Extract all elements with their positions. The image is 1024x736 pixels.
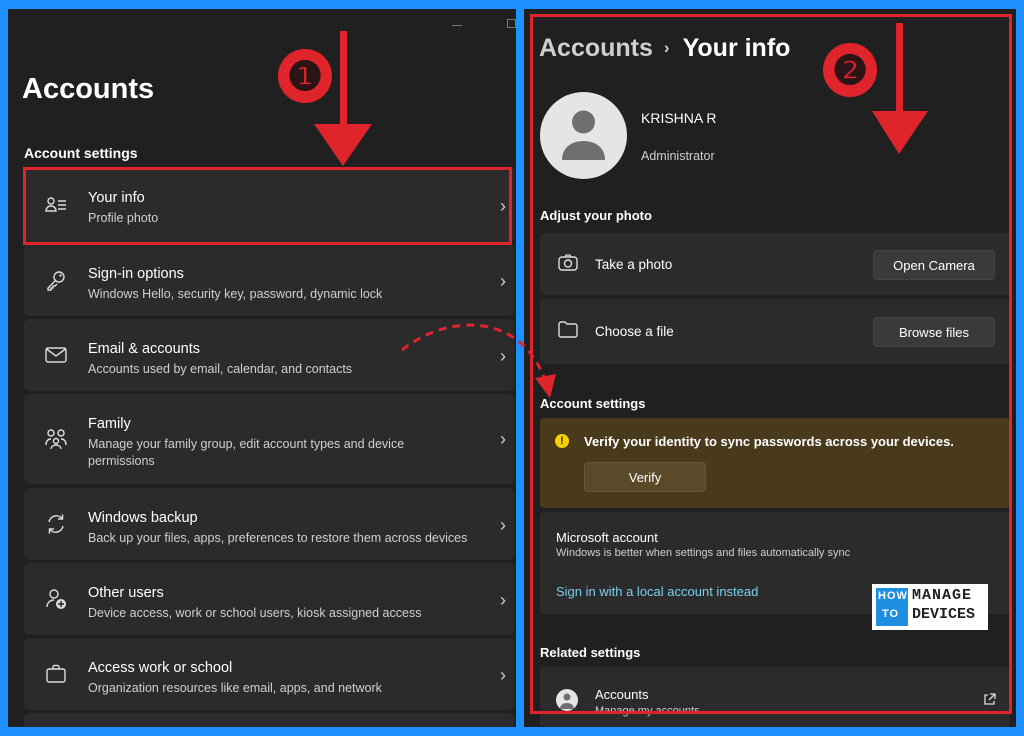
curved-dashed-arrow-annotation: [401, 323, 556, 398]
nav-item-access-work-school[interactable]: Access work or school Organization resou…: [24, 638, 514, 710]
how-to-manage-devices-logo: HOW TO MANAGE DEVICES: [872, 584, 988, 630]
breadcrumb: Accounts › Your info: [539, 34, 790, 63]
ms-account-title: Microsoft account: [556, 530, 658, 545]
accounts-link-title: Accounts: [595, 687, 649, 702]
user-name: KRISHNA R: [641, 110, 717, 126]
breadcrumb-current: Your info: [682, 34, 791, 62]
take-photo-label: Take a photo: [595, 257, 673, 272]
nav-item-subtitle: Back up your files, apps, preferences to…: [88, 531, 468, 545]
family-icon: [44, 427, 68, 451]
down-arrow-annotation: [314, 31, 372, 166]
logo-text-how: HOW: [878, 590, 908, 602]
browse-files-button[interactable]: Browse files: [873, 317, 995, 347]
warning-icon: !: [555, 434, 569, 448]
maximize-button[interactable]: [507, 19, 516, 28]
external-link-icon: [983, 693, 996, 711]
nav-item-sign-in-options[interactable]: Sign-in options Windows Hello, security …: [24, 244, 514, 316]
key-icon: [44, 268, 68, 292]
choose-file-label: Choose a file: [595, 324, 674, 339]
nav-item-title: Family: [88, 416, 131, 432]
accounts-link-subtitle: Manage my accounts: [595, 705, 700, 717]
nav-item-your-info[interactable]: Your info Profile photo ›: [24, 167, 514, 242]
minimize-button[interactable]: [452, 25, 462, 26]
local-account-link[interactable]: Sign in with a local account instead: [556, 584, 758, 599]
person-add-icon: [44, 587, 68, 611]
window-controls: [446, 15, 516, 35]
choose-file-row: Choose a file Browse files: [540, 299, 1010, 364]
page-title: Accounts: [22, 73, 155, 105]
nav-item-partial[interactable]: [24, 713, 514, 727]
open-camera-button[interactable]: Open Camera: [873, 250, 995, 280]
verify-message: Verify your identity to sync passwords a…: [584, 434, 954, 449]
chevron-right-icon: ›: [500, 271, 506, 291]
logo-text-manage: MANAGE: [912, 587, 973, 604]
chevron-right-icon: ›: [500, 429, 506, 449]
camera-icon: [558, 254, 578, 277]
mail-icon: [44, 343, 68, 367]
related-settings-header: Related settings: [540, 645, 641, 660]
nav-item-title: Sign-in options: [88, 266, 184, 282]
person-silhouette-icon: [562, 110, 605, 160]
breadcrumb-parent[interactable]: Accounts: [539, 34, 653, 62]
nav-item-title: Access work or school: [88, 660, 233, 676]
nav-item-other-users[interactable]: Other users Device access, work or schoo…: [24, 563, 514, 635]
nav-item-title: Windows backup: [88, 510, 198, 526]
chevron-right-icon: ›: [500, 515, 506, 535]
sync-icon: [44, 512, 68, 536]
person-icon: [556, 689, 578, 711]
nav-item-subtitle: Windows Hello, security key, password, d…: [88, 287, 383, 301]
user-role: Administrator: [641, 149, 715, 163]
verify-identity-notice: ! Verify your identity to sync passwords…: [540, 418, 1010, 508]
nav-item-title: Your info: [88, 190, 145, 206]
nav-item-subtitle: Manage your family group, edit account t…: [88, 437, 405, 468]
nav-item-windows-backup[interactable]: Windows backup Back up your files, apps,…: [24, 488, 514, 560]
nav-item-subtitle: Device access, work or school users, kio…: [88, 606, 422, 620]
adjust-photo-header: Adjust your photo: [540, 208, 652, 223]
nav-item-subtitle: Profile photo: [88, 211, 159, 225]
avatar: [540, 92, 627, 179]
accounts-link-row[interactable]: Accounts Manage my accounts: [540, 667, 1010, 727]
logo-text-devices: DEVICES: [912, 606, 976, 623]
down-arrow-annotation-2: [872, 23, 928, 154]
ms-account-subtitle: Windows is better when settings and file…: [556, 547, 851, 559]
verify-button[interactable]: Verify: [584, 462, 706, 492]
person-list-icon: [44, 193, 68, 217]
take-photo-row: Take a photo Open Camera: [540, 233, 1010, 295]
right-your-info-pane: Accounts › Your info KRISHNA R Administrat…: [524, 9, 1016, 727]
chevron-right-icon: ›: [500, 590, 506, 610]
chevron-right-icon: ›: [500, 665, 506, 685]
section-header: Account settings: [24, 145, 138, 161]
nav-item-subtitle: Organization resources like email, apps,…: [88, 681, 382, 695]
chevron-right-icon: ›: [500, 196, 506, 216]
nav-item-title: Other users: [88, 585, 164, 601]
nav-item-title: Email & accounts: [88, 341, 201, 357]
logo-text-to: TO: [882, 608, 900, 620]
breadcrumb-separator-icon: ›: [663, 38, 670, 57]
briefcase-icon: [44, 662, 68, 686]
